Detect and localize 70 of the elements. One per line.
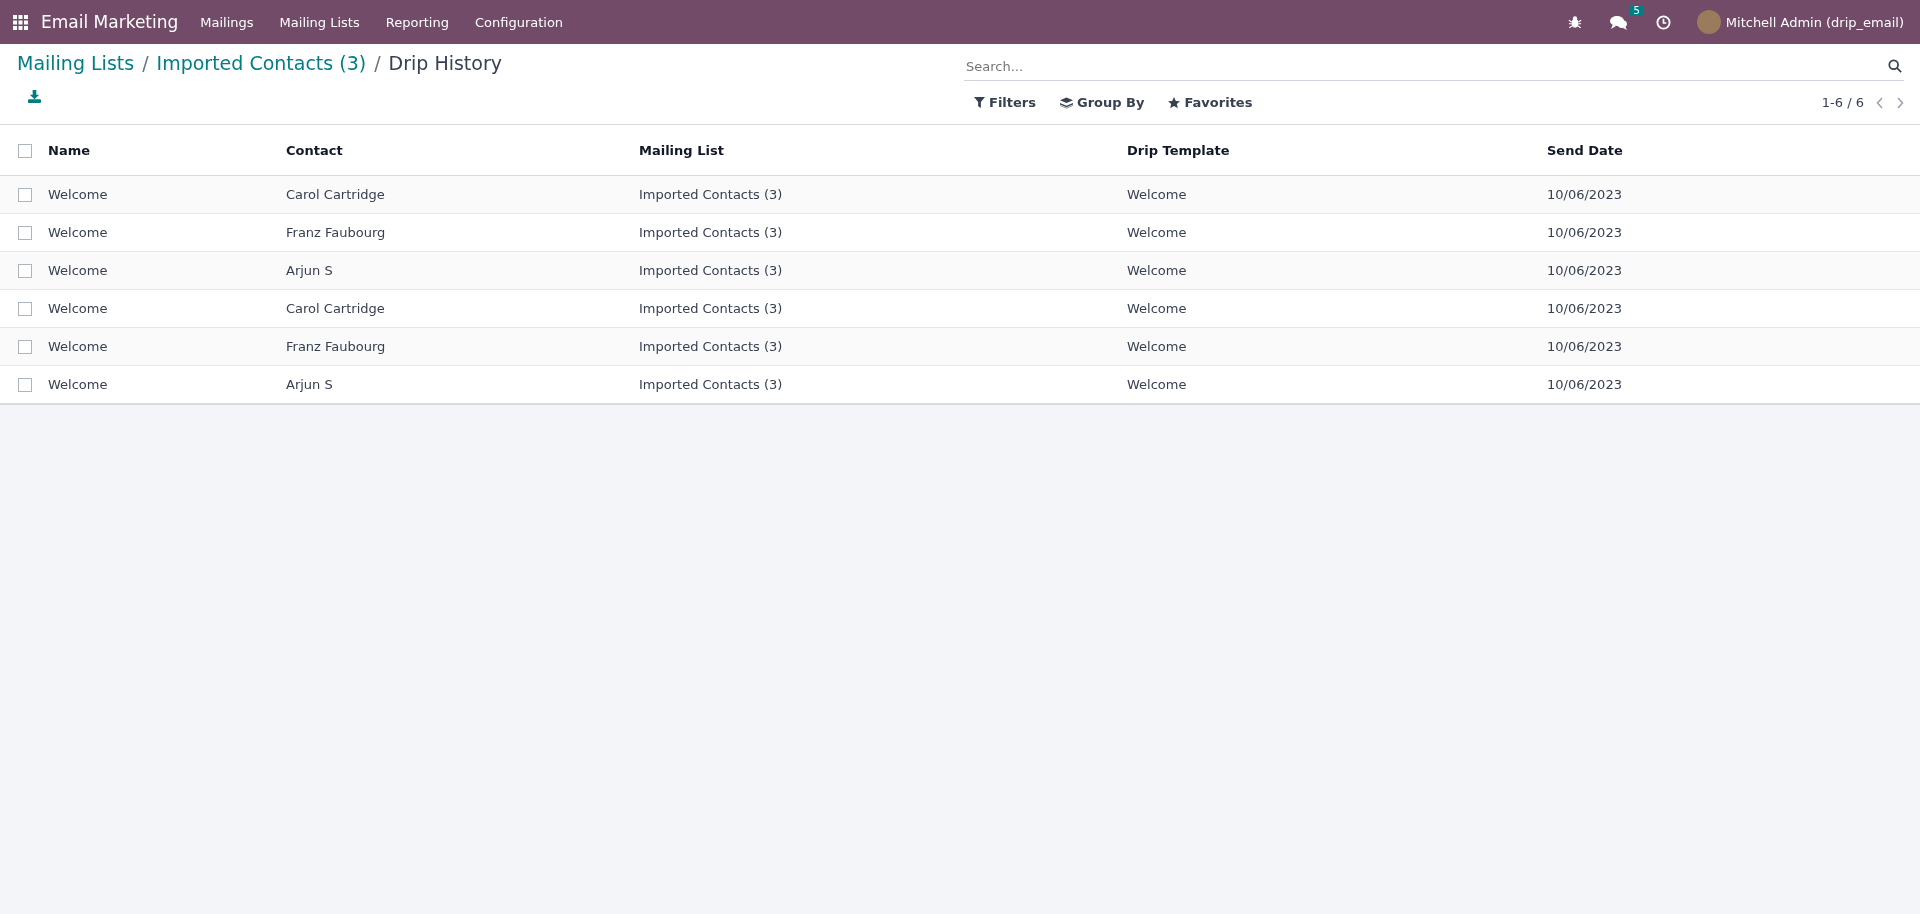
user-avatar[interactable] — [1696, 10, 1721, 34]
table-cell: Imported Contacts (3) — [639, 339, 783, 354]
clock-icon[interactable] — [1655, 14, 1671, 30]
breadcrumb-link[interactable]: Mailing Lists — [17, 52, 135, 74]
table-cell: Welcome — [1127, 187, 1187, 202]
row-checkbox[interactable] — [18, 378, 32, 393]
table-cell: Welcome — [1127, 263, 1187, 278]
table-cell: Welcome — [1127, 377, 1187, 392]
column-header[interactable]: Send Date — [1547, 142, 1623, 158]
table-cell: Welcome — [1127, 339, 1187, 354]
table-cell: Welcome — [48, 263, 108, 278]
row-checkbox[interactable] — [18, 264, 32, 279]
table-cell: Imported Contacts (3) — [639, 263, 783, 278]
breadcrumb-separator: / — [374, 52, 381, 74]
column-header[interactable]: Mailing List — [639, 142, 724, 158]
table-cell: Imported Contacts (3) — [639, 377, 783, 392]
table-cell: 10/06/2023 — [1547, 301, 1622, 316]
bug-icon[interactable] — [1567, 15, 1582, 29]
menu-item[interactable]: Reporting — [385, 14, 449, 30]
row-checkbox[interactable] — [18, 188, 32, 203]
table-cell: Imported Contacts (3) — [639, 301, 783, 316]
table-cell: Welcome — [48, 187, 108, 202]
apps-grid-icon[interactable] — [13, 14, 28, 30]
table-cell: Arjun S — [286, 377, 333, 392]
star-icon — [1168, 96, 1181, 109]
table-cell: Welcome — [1127, 301, 1187, 316]
message-count-badge: 5 — [1629, 4, 1644, 16]
row-checkbox[interactable] — [18, 226, 32, 241]
table-cell: Franz Faubourg — [286, 225, 386, 240]
table-cell: Imported Contacts (3) — [639, 225, 783, 240]
menu-item[interactable]: Mailings — [200, 14, 254, 30]
user-name[interactable]: Mitchell Admin (drip_email) — [1725, 14, 1904, 30]
table-cell: Welcome — [1127, 225, 1187, 240]
table-cell: Imported Contacts (3) — [639, 187, 783, 202]
table-cell: 10/06/2023 — [1547, 187, 1622, 202]
breadcrumb-link[interactable]: Imported Contacts (3) — [156, 52, 367, 74]
pager-value[interactable]: 1-6 / 6 — [1821, 95, 1864, 110]
layers-icon — [1060, 96, 1073, 109]
menu-item[interactable]: Mailing Lists — [279, 14, 360, 30]
table-cell: Welcome — [48, 301, 108, 316]
search-option-button[interactable]: Favorites — [1158, 91, 1263, 114]
next-page-icon[interactable] — [1896, 96, 1904, 109]
column-header[interactable]: Name — [48, 142, 90, 158]
app-name[interactable]: Email Marketing — [41, 12, 179, 32]
row-checkbox[interactable] — [18, 302, 32, 317]
page-title: Drip History — [388, 52, 502, 74]
table-cell: Carol Cartridge — [286, 187, 385, 202]
previous-page-icon[interactable] — [1876, 96, 1884, 109]
search-option-button[interactable]: Group By — [1050, 91, 1155, 114]
search-option-button[interactable]: Filters — [964, 91, 1046, 114]
search-icon[interactable] — [1888, 59, 1902, 73]
table-cell: Welcome — [48, 225, 108, 240]
table-cell: 10/06/2023 — [1547, 339, 1622, 354]
table-cell: 10/06/2023 — [1547, 263, 1622, 278]
table-cell: 10/06/2023 — [1547, 225, 1622, 240]
select-all-checkbox[interactable] — [18, 143, 32, 158]
table-cell: Arjun S — [286, 263, 333, 278]
menu-item[interactable]: Configuration — [474, 14, 564, 30]
table-cell: 10/06/2023 — [1547, 377, 1622, 392]
column-header[interactable]: Drip Template — [1127, 142, 1230, 158]
breadcrumb-separator: / — [142, 52, 149, 74]
table-cell: Franz Faubourg — [286, 339, 386, 354]
download-icon — [27, 90, 41, 103]
table-cell: Welcome — [48, 339, 108, 354]
column-header[interactable]: Contact — [286, 142, 343, 158]
row-checkbox[interactable] — [18, 340, 32, 355]
table-cell: Carol Cartridge — [286, 301, 385, 316]
table-cell: Welcome — [48, 377, 108, 392]
chat-bubbles-icon[interactable] — [1609, 14, 1628, 30]
filter-icon — [974, 97, 985, 108]
